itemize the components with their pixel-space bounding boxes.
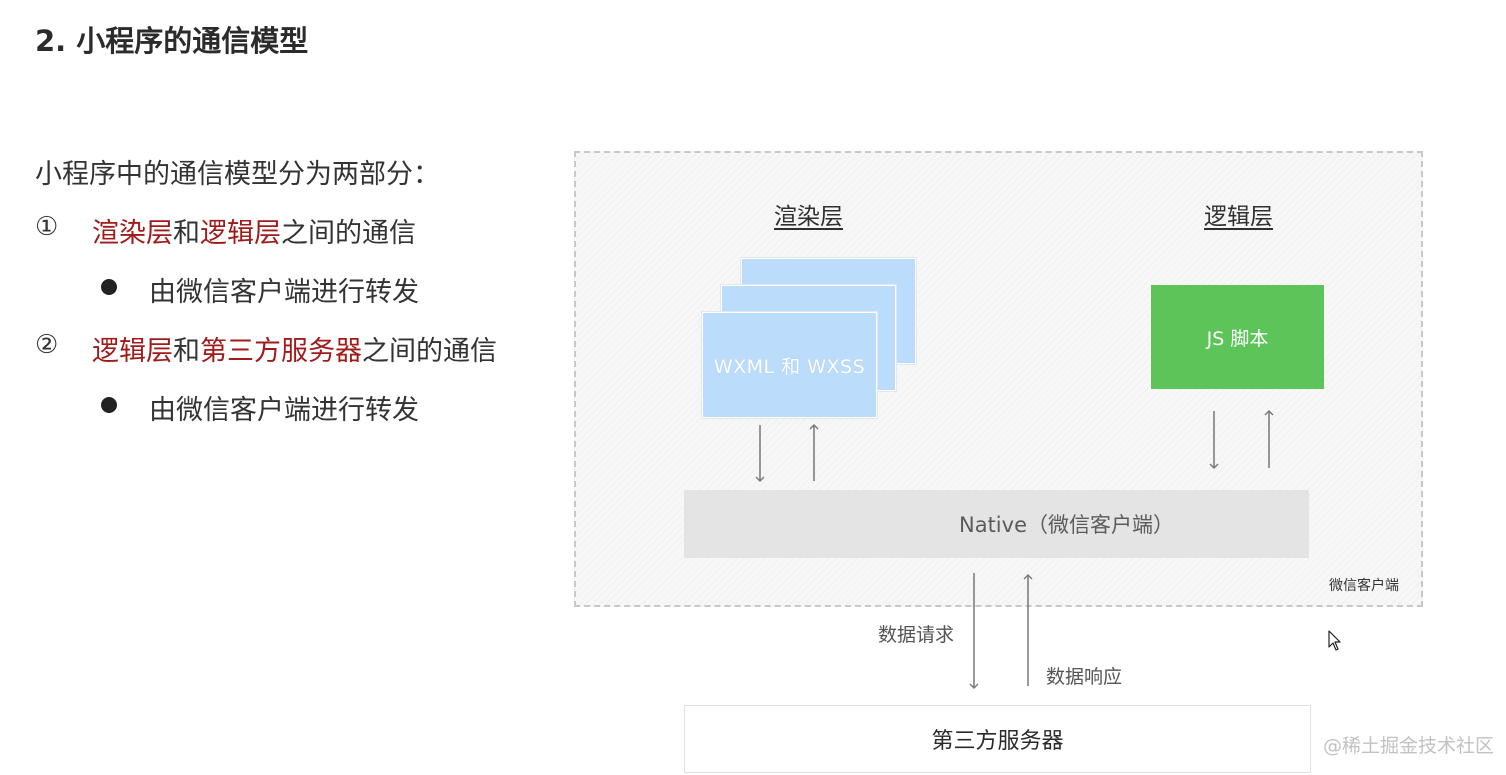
arrows-layer <box>755 410 1274 689</box>
watermark: @稀土掘金技术社区 <box>1323 735 1495 757</box>
wechat-client-label: 微信客户端 <box>1329 578 1399 594</box>
native-bar: Native（微信客户端） <box>684 490 1309 558</box>
third-party-server-box: 第三方服务器 <box>684 705 1311 773</box>
response-label: 数据响应 <box>1046 666 1123 688</box>
native-label: Native（微信客户端） <box>959 513 1174 537</box>
request-label: 数据请求 <box>878 624 955 646</box>
mouse-cursor-icon <box>1328 630 1341 651</box>
third-party-server-label: 第三方服务器 <box>931 729 1064 754</box>
